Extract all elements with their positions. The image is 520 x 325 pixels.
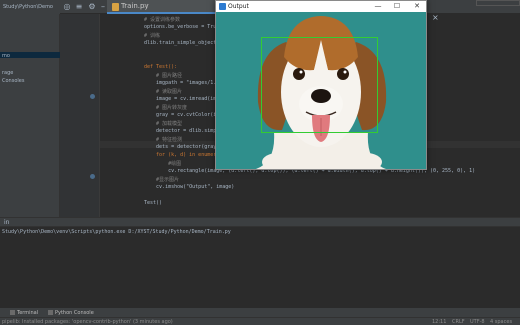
python-console-icon bbox=[48, 310, 53, 315]
python-file-icon bbox=[112, 3, 119, 11]
breakpoint-marker[interactable] bbox=[90, 174, 95, 179]
tab-train-py[interactable]: Train.py × bbox=[107, 0, 215, 14]
project-header: Study\Python\Demo bbox=[0, 0, 60, 14]
tree-item[interactable]: mo bbox=[2, 53, 10, 59]
minimize-button[interactable]: — bbox=[371, 2, 385, 11]
tree-item[interactable]: rage bbox=[2, 70, 13, 76]
detection-image bbox=[216, 12, 426, 169]
line-separator[interactable]: CRLF bbox=[452, 319, 465, 325]
gear-icon[interactable]: ⚙ bbox=[87, 2, 97, 12]
tree-item[interactable]: Consoles bbox=[2, 78, 24, 84]
maximize-button[interactable]: ☐ bbox=[390, 2, 404, 11]
bottom-tool-tabs: Terminal Python Console bbox=[0, 307, 520, 317]
close-tab-icon[interactable]: × bbox=[143, 2, 149, 10]
python-console-tab[interactable]: Python Console bbox=[48, 310, 94, 316]
python-console-tab-label: Python Console bbox=[55, 310, 94, 316]
code-line: # 特征检测 bbox=[144, 137, 183, 143]
window-app-icon bbox=[219, 3, 226, 10]
breakpoint-marker[interactable] bbox=[90, 94, 95, 99]
close-icon[interactable]: × bbox=[432, 13, 439, 22]
code-line: def Test(): bbox=[144, 64, 178, 70]
run-tab-label[interactable]: in bbox=[4, 219, 9, 226]
caret-position[interactable]: 12:11 bbox=[432, 319, 446, 325]
project-panel: mo rage Consoles bbox=[0, 14, 60, 217]
code-line: Test() bbox=[144, 200, 163, 206]
code-line: # 图片转灰度 bbox=[144, 105, 188, 111]
code-line: #显示图片 bbox=[144, 177, 180, 183]
close-window-button[interactable]: ✕ bbox=[410, 2, 424, 11]
output-window-title: Output bbox=[228, 3, 249, 10]
file-encoding[interactable]: UTF-8 bbox=[470, 319, 485, 325]
run-tool-bar: in bbox=[0, 217, 520, 227]
status-message[interactable]: pipelib: Installed packages: 'opencv-con… bbox=[2, 319, 173, 325]
target-icon[interactable]: ◎ bbox=[62, 2, 72, 12]
terminal-tab-label: Terminal bbox=[17, 310, 39, 316]
terminal-tab[interactable]: Terminal bbox=[10, 310, 38, 316]
code-line: dets = detector(gray) bbox=[144, 144, 220, 150]
code-line: cv.imshow("Output", image) bbox=[144, 184, 235, 190]
status-bar: pipelib: Installed packages: 'opencv-con… bbox=[0, 317, 520, 325]
collapse-icon[interactable]: ≡ bbox=[74, 2, 84, 12]
run-console[interactable]: Study\Python\Demo\venv\Scripts\python.ex… bbox=[0, 227, 520, 307]
output-window[interactable]: Output — ☐ ✕ bbox=[215, 0, 427, 170]
output-window-titlebar[interactable]: Output — ☐ ✕ bbox=[216, 1, 426, 12]
code-line: # 图片路径 bbox=[144, 73, 183, 79]
editor-gutter bbox=[60, 14, 100, 217]
notification-balloon[interactable] bbox=[476, 0, 520, 6]
code-line: options.be_verbose = True bbox=[144, 24, 220, 30]
terminal-icon bbox=[10, 310, 15, 315]
code-line: # 读取图片 bbox=[144, 89, 183, 95]
code-line: # 训练 bbox=[144, 33, 161, 39]
detection-rectangle bbox=[261, 37, 378, 133]
console-output-line: Study\Python\Demo\venv\Scripts\python.ex… bbox=[2, 229, 231, 235]
project-path-label: Study\Python\Demo bbox=[3, 4, 53, 10]
code-line: # 设置训练参数 bbox=[144, 17, 181, 23]
code-line: # 加载模型 bbox=[144, 121, 183, 127]
code-line: #绘图 bbox=[144, 161, 182, 167]
indent-setting[interactable]: 4 spaces bbox=[490, 319, 512, 325]
